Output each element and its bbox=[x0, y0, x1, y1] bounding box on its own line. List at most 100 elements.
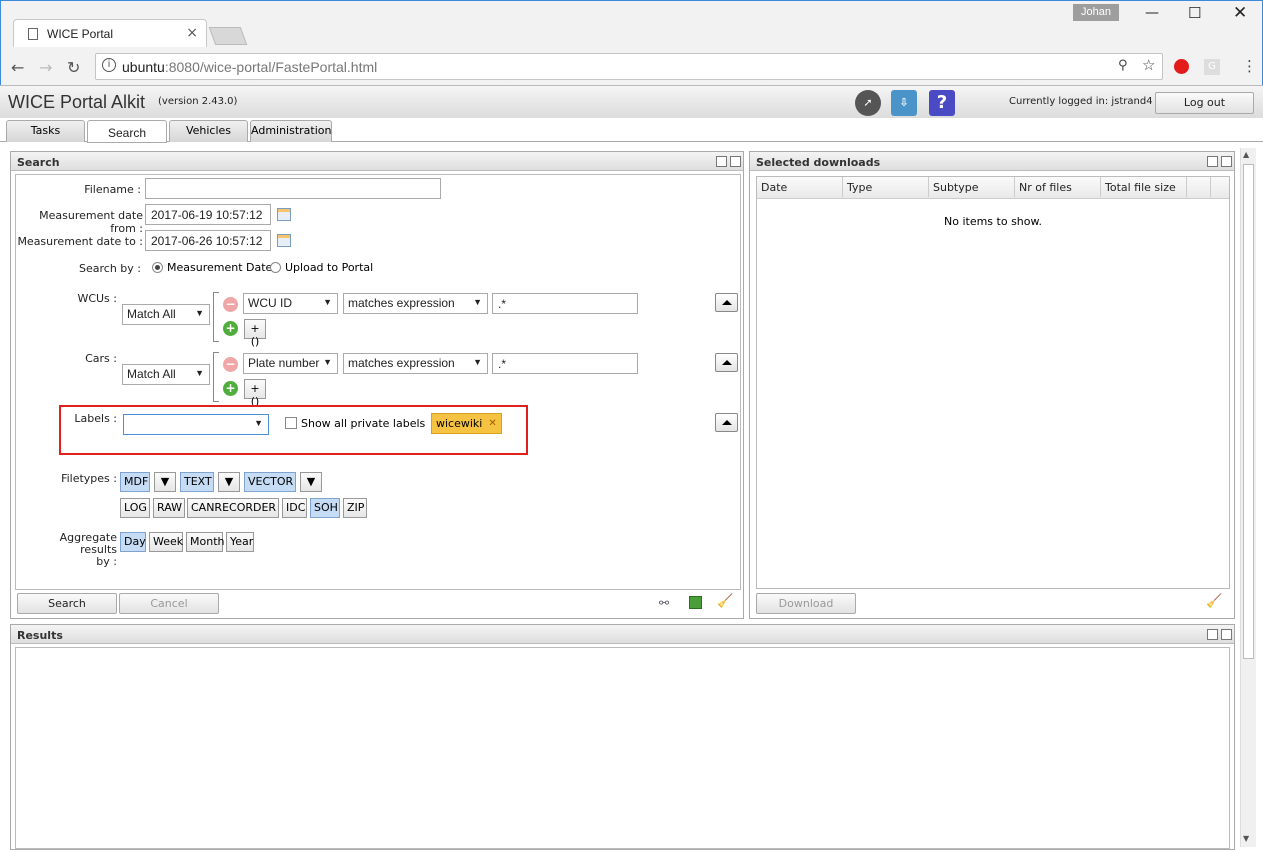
cars-value-input[interactable]: .* bbox=[492, 353, 638, 374]
minimize-panel-icon[interactable] bbox=[716, 156, 727, 167]
close-tab-icon[interactable]: × bbox=[186, 25, 198, 41]
col-total-size[interactable]: Total file size bbox=[1101, 177, 1187, 197]
scroll-up-icon[interactable]: ▲ bbox=[1243, 150, 1249, 159]
page-scrollbar[interactable]: ▲ ▼ bbox=[1240, 148, 1256, 847]
bookmark-star-icon[interactable]: ☆ bbox=[1142, 56, 1155, 74]
extension-icon[interactable]: G bbox=[1204, 59, 1220, 75]
minimize-panel-icon[interactable] bbox=[1207, 629, 1218, 640]
browser-tab[interactable]: WICE Portal × bbox=[13, 19, 207, 47]
collapse-labels-button[interactable] bbox=[715, 413, 738, 432]
add-group-button[interactable]: +() bbox=[244, 319, 266, 348]
radio-selected-icon[interactable] bbox=[152, 262, 163, 273]
tab-administration[interactable]: Administration bbox=[250, 120, 332, 142]
profile-badge[interactable]: Johan bbox=[1073, 4, 1119, 21]
address-bar[interactable]: i ubuntu:8080/wice-portal/FastePortal.ht… bbox=[95, 53, 1163, 80]
add-group-button[interactable]: +() bbox=[244, 379, 266, 408]
filetype-zip[interactable]: ZIP bbox=[343, 498, 367, 518]
tab-vehicles[interactable]: Vehicles bbox=[169, 120, 248, 142]
filetype-soh[interactable]: SOH bbox=[310, 498, 340, 518]
calendar-icon[interactable] bbox=[277, 234, 291, 247]
maximize-panel-icon[interactable] bbox=[1221, 156, 1232, 167]
key-icon[interactable]: ⚲ bbox=[1118, 58, 1128, 73]
search-by-label: Search by : bbox=[79, 262, 141, 275]
help-icon[interactable]: ? bbox=[929, 90, 955, 116]
filetype-log[interactable]: LOG bbox=[120, 498, 150, 518]
wcus-field-select[interactable]: WCU ID ▼ bbox=[243, 293, 338, 314]
filetype-idc[interactable]: IDC bbox=[282, 498, 307, 518]
opera-icon[interactable] bbox=[1174, 59, 1189, 74]
chevron-down-icon: ▼ bbox=[473, 357, 482, 367]
remove-condition-icon[interactable]: − bbox=[223, 357, 238, 372]
maximize-icon[interactable]: ☐ bbox=[1188, 4, 1201, 22]
aggregate-day[interactable]: Day bbox=[120, 532, 146, 552]
filetype-raw[interactable]: RAW bbox=[153, 498, 185, 518]
cancel-button[interactable]: Cancel bbox=[119, 593, 219, 614]
wcus-operator-select[interactable]: matches expression ▼ bbox=[343, 293, 488, 314]
logout-button[interactable]: Log out bbox=[1155, 92, 1254, 114]
add-condition-icon[interactable]: + bbox=[223, 321, 238, 336]
new-tab-button[interactable] bbox=[208, 27, 248, 45]
wcus-value-input[interactable]: .* bbox=[492, 293, 638, 314]
rocket-icon[interactable]: ➚ bbox=[855, 90, 881, 116]
collapse-cars-button[interactable] bbox=[715, 353, 738, 372]
forward-icon[interactable]: → bbox=[39, 58, 52, 77]
filetype-canrecorder[interactable]: CANRECORDER bbox=[187, 498, 279, 518]
filetype-vector[interactable]: VECTOR bbox=[244, 472, 296, 492]
col-subtype[interactable]: Subtype bbox=[929, 177, 1015, 197]
calendar-icon[interactable] bbox=[277, 208, 291, 221]
broom-icon[interactable]: 🧹 bbox=[717, 594, 733, 609]
search-by-radio-measurement[interactable]: Measurement Date bbox=[152, 261, 272, 274]
download-icon[interactable]: ⇩ bbox=[891, 90, 917, 116]
scrollbar-thumb[interactable] bbox=[1243, 164, 1254, 659]
cars-field-select[interactable]: Plate number ▼ bbox=[243, 353, 338, 374]
filetype-mdf-dropdown[interactable]: ▼ bbox=[154, 472, 176, 492]
empty-message: No items to show. bbox=[944, 215, 1042, 228]
filetypes-label: Filetypes : bbox=[61, 472, 117, 485]
col-nr-files[interactable]: Nr of files bbox=[1015, 177, 1101, 197]
date-to-input[interactable]: 2017-06-26 10:57:12 bbox=[145, 230, 271, 251]
search-by-radio-upload[interactable]: Upload to Portal bbox=[270, 261, 373, 274]
scroll-down-icon[interactable]: ▼ bbox=[1243, 834, 1249, 843]
broom-icon[interactable]: 🧹 bbox=[1206, 594, 1222, 609]
filename-input[interactable] bbox=[145, 178, 441, 199]
tab-tasks[interactable]: Tasks bbox=[6, 120, 85, 142]
reload-icon[interactable]: ↻ bbox=[67, 58, 80, 77]
export-icon[interactable] bbox=[689, 596, 702, 609]
maximize-panel-icon[interactable] bbox=[1221, 629, 1232, 640]
radio-unselected-icon[interactable] bbox=[270, 262, 281, 273]
chevron-down-icon: ▼ bbox=[473, 297, 482, 307]
aggregate-week[interactable]: Week bbox=[149, 532, 183, 552]
cars-operator-select[interactable]: matches expression ▼ bbox=[343, 353, 488, 374]
tab-search[interactable]: Search bbox=[87, 120, 167, 143]
col-date[interactable]: Date bbox=[757, 177, 843, 197]
aggregate-year[interactable]: Year bbox=[226, 532, 254, 552]
info-icon[interactable]: i bbox=[102, 58, 116, 72]
remove-label-icon[interactable]: ✕ bbox=[488, 418, 496, 429]
wcus-match-select[interactable]: Match All ▼ bbox=[122, 304, 210, 325]
filetype-text[interactable]: TEXT bbox=[180, 472, 214, 492]
labels-select[interactable]: ▼ bbox=[123, 414, 269, 435]
download-button[interactable]: Download bbox=[756, 593, 856, 614]
window-close-icon[interactable]: ✕ bbox=[1233, 3, 1247, 23]
chevron-down-icon: ▼ bbox=[224, 475, 234, 488]
maximize-panel-icon[interactable] bbox=[730, 156, 741, 167]
show-private-labels-checkbox[interactable] bbox=[285, 417, 297, 429]
search-button[interactable]: Search bbox=[17, 593, 117, 614]
url-path: :8080/wice-portal/FastePortal.html bbox=[164, 59, 378, 75]
binoculars-icon[interactable]: ⚯ bbox=[659, 596, 669, 610]
minimize-icon[interactable]: — bbox=[1145, 5, 1159, 21]
labels-label: Labels : bbox=[74, 412, 117, 425]
filetype-text-dropdown[interactable]: ▼ bbox=[218, 472, 240, 492]
col-type[interactable]: Type bbox=[843, 177, 929, 197]
collapse-wcus-button[interactable] bbox=[715, 293, 738, 312]
date-from-input[interactable]: 2017-06-19 10:57:12 bbox=[145, 204, 271, 225]
add-condition-icon[interactable]: + bbox=[223, 381, 238, 396]
back-icon[interactable]: ← bbox=[11, 58, 24, 77]
filetype-vector-dropdown[interactable]: ▼ bbox=[300, 472, 322, 492]
aggregate-month[interactable]: Month bbox=[186, 532, 224, 552]
remove-condition-icon[interactable]: − bbox=[223, 297, 238, 312]
menu-dots-icon[interactable]: ⋮ bbox=[1242, 57, 1257, 75]
filetype-mdf[interactable]: MDF bbox=[120, 472, 150, 492]
minimize-panel-icon[interactable] bbox=[1207, 156, 1218, 167]
cars-match-select[interactable]: Match All ▼ bbox=[122, 364, 210, 385]
